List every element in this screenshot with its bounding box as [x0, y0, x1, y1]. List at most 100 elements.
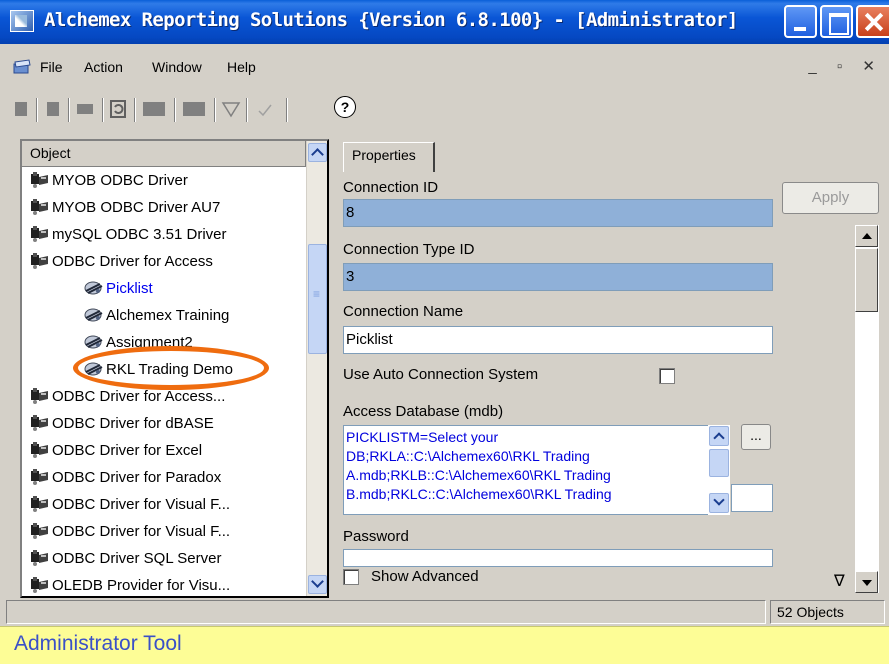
- app-icon[interactable]: [10, 10, 34, 32]
- extra-field[interactable]: [731, 484, 773, 512]
- tree-item-driver[interactable]: mySQL ODBC 3.51 Driver: [22, 221, 306, 248]
- menu-window[interactable]: Window: [152, 59, 202, 75]
- tree-item-label: ODBC Driver for Visual F...: [52, 523, 231, 540]
- tree-item-label: ODBC Driver for dBASE: [52, 415, 214, 432]
- mdi-window-controls[interactable]: _ ▫ ✕: [808, 57, 883, 75]
- tree-item-label: ODBC Driver for Access: [52, 253, 213, 270]
- apply-button[interactable]: Apply: [782, 182, 879, 214]
- help-icon[interactable]: ?: [334, 96, 356, 118]
- tree-item-label: Alchemex Training: [106, 307, 230, 324]
- refresh-icon[interactable]: [108, 96, 130, 122]
- tab-properties[interactable]: Properties: [343, 142, 435, 172]
- caption-banner: Administrator Tool: [0, 626, 889, 664]
- browse-button[interactable]: ...: [741, 424, 771, 450]
- odbc-driver-icon: [30, 576, 50, 594]
- odbc-driver-icon: [30, 414, 50, 432]
- odbc-driver-icon: [30, 441, 50, 459]
- tree-item-connection[interactable]: Alchemex Training: [22, 302, 306, 329]
- tree-item-label: mySQL ODBC 3.51 Driver: [52, 226, 227, 243]
- memo-scroll-down-button[interactable]: [709, 493, 729, 513]
- toolbar-separator: [286, 98, 288, 122]
- menu-action[interactable]: Action: [84, 59, 123, 75]
- minimize-button[interactable]: [784, 5, 817, 38]
- export-icon[interactable]: [180, 96, 210, 122]
- status-panel-main: [6, 600, 766, 624]
- menu-bar: File Action Window Help _ ▫ ✕: [0, 55, 889, 81]
- delete-icon[interactable]: [42, 96, 64, 122]
- odbc-driver-icon: [30, 171, 50, 189]
- toolbar-separator: [102, 98, 104, 122]
- properties-icon[interactable]: [74, 96, 96, 122]
- auto-connection-checkbox[interactable]: [659, 368, 675, 384]
- tree-item-connection[interactable]: Picklist: [22, 275, 306, 302]
- toolbar: ?: [8, 92, 368, 126]
- access-database-label: Access Database (mdb): [343, 403, 504, 420]
- import-icon[interactable]: [140, 96, 170, 122]
- object-count: 52 Objects: [770, 600, 885, 624]
- memo-line: B.mdb;RKLC::C:\Alchemex60\RKL Trading: [346, 486, 612, 502]
- check-icon[interactable]: [254, 96, 276, 122]
- tree-item-driver[interactable]: ODBC Driver for Access: [22, 248, 306, 275]
- access-database-textarea[interactable]: PICKLISTM=Select your DB;RKLA::C:\Alchem…: [343, 425, 723, 515]
- close-button[interactable]: [856, 5, 889, 38]
- tree-item-label: ODBC Driver for Paradox: [52, 469, 222, 486]
- maximize-button[interactable]: [820, 5, 853, 38]
- memo-line: PICKLISTM=Select your: [346, 429, 499, 445]
- scroll-up-button[interactable]: [308, 143, 327, 162]
- scroll-up-button[interactable]: [855, 225, 878, 247]
- odbc-driver-icon: [30, 387, 50, 405]
- properties-scrollbar[interactable]: [855, 225, 879, 593]
- scroll-thumb[interactable]: [308, 244, 327, 354]
- odbc-driver-icon: [30, 198, 50, 216]
- odbc-driver-icon: [30, 225, 50, 243]
- memo-scroll-thumb[interactable]: [709, 449, 729, 477]
- caption-text: Administrator Tool: [14, 632, 182, 655]
- odbc-driver-icon: [30, 549, 50, 567]
- scroll-thumb[interactable]: [855, 248, 878, 312]
- menu-help[interactable]: Help: [227, 59, 256, 75]
- toolbar-separator: [214, 98, 216, 122]
- tree-item-label: ODBC Driver SQL Server: [52, 550, 222, 567]
- memo-scrollbar[interactable]: [708, 425, 730, 515]
- nabla-glyph: ∇: [834, 573, 845, 590]
- memo-line: DB;RKLA::C:\Alchemex60\RKL Trading: [346, 448, 590, 464]
- tree-item-label: ODBC Driver for Excel: [52, 442, 203, 459]
- window-title: Alchemex Reporting Solutions {Version 6.…: [44, 9, 738, 31]
- toolbar-separator: [36, 98, 38, 122]
- tree-item-driver[interactable]: ODBC Driver SQL Server: [22, 545, 306, 572]
- connection-type-field[interactable]: 3: [343, 263, 773, 291]
- tree-item-driver[interactable]: ODBC Driver for dBASE: [22, 410, 306, 437]
- connection-type-label: Connection Type ID: [343, 241, 475, 258]
- tree-column-header[interactable]: Object: [22, 141, 306, 167]
- connection-id-field[interactable]: 8: [343, 199, 773, 227]
- tree-item-label: MYOB ODBC Driver AU7: [52, 199, 221, 216]
- odbc-driver-icon: [30, 252, 50, 270]
- memo-line: A.mdb;RKLB::C:\Alchemex60\RKL Trading: [346, 467, 611, 483]
- scroll-down-button[interactable]: [308, 575, 327, 594]
- filter-icon[interactable]: [220, 96, 242, 122]
- tree-item-driver[interactable]: OLEDB Provider for Visu...: [22, 572, 306, 596]
- show-advanced-label: Show Advanced: [371, 568, 479, 585]
- tree-item-driver[interactable]: MYOB ODBC Driver: [22, 167, 306, 194]
- password-field[interactable]: [343, 549, 773, 567]
- toolbar-separator: [174, 98, 176, 122]
- tree-item-driver[interactable]: ODBC Driver for Paradox: [22, 464, 306, 491]
- status-bar: 52 Objects: [0, 600, 889, 624]
- connection-name-field[interactable]: Picklist: [343, 326, 773, 354]
- odbc-driver-icon: [30, 495, 50, 513]
- show-advanced-checkbox[interactable]: [343, 569, 359, 585]
- toolbar-separator: [68, 98, 70, 122]
- new-icon[interactable]: [10, 96, 32, 122]
- connection-name-label: Connection Name: [343, 303, 464, 320]
- tree-item-driver[interactable]: ODBC Driver for Visual F...: [22, 518, 306, 545]
- connection-icon: [84, 306, 104, 324]
- mdi-child-icon[interactable]: [12, 59, 32, 75]
- tree-item-driver[interactable]: MYOB ODBC Driver AU7: [22, 194, 306, 221]
- memo-scroll-up-button[interactable]: [709, 426, 729, 446]
- scroll-down-button[interactable]: [855, 571, 878, 593]
- tree-scrollbar[interactable]: [306, 141, 327, 596]
- tree-item-driver[interactable]: ODBC Driver for Excel: [22, 437, 306, 464]
- tree-item-driver[interactable]: ODBC Driver for Visual F...: [22, 491, 306, 518]
- menu-file[interactable]: File: [40, 59, 63, 75]
- title-bar[interactable]: Alchemex Reporting Solutions {Version 6.…: [0, 0, 889, 44]
